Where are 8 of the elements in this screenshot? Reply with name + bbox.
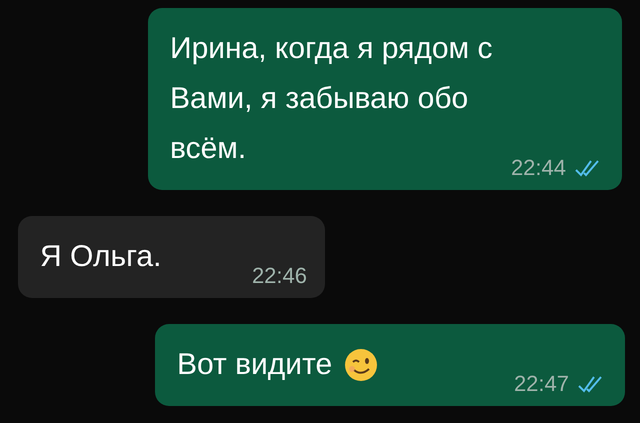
message-text: Ирина, когда я рядом с [170,31,493,67]
message-text: Вот видите [177,347,332,383]
message-text: всём. [170,131,246,167]
message-time: 22:44 [510,154,566,182]
message-text: Я Ольга. [40,239,162,275]
message-text: Вами, я забываю обо [170,81,468,117]
message-time: 22:46 [252,262,307,290]
message-time: 22:47 [514,370,569,398]
